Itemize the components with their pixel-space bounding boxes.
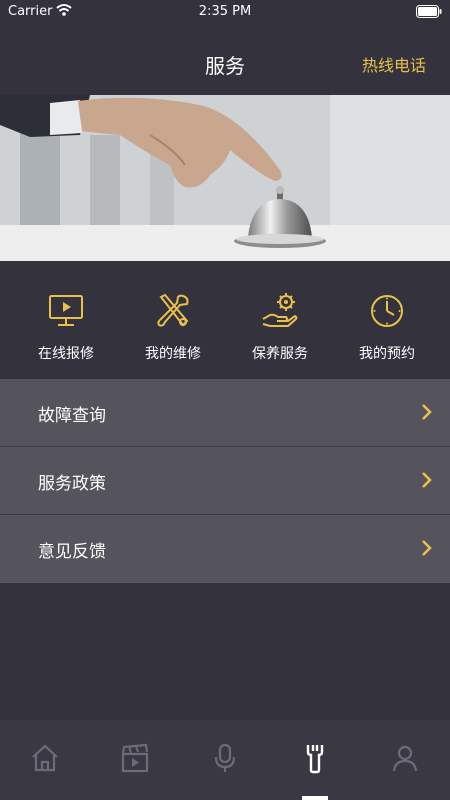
active-tab-indicator [302, 796, 328, 800]
tab-voice[interactable] [180, 742, 270, 782]
tab-profile[interactable] [360, 742, 450, 782]
quick-item-my-appointments[interactable]: 我的预约 [331, 291, 443, 363]
chevron-right-icon [422, 404, 432, 420]
chevron-right-icon [422, 472, 432, 488]
quick-label: 保养服务 [252, 346, 308, 362]
menu-item-feedback[interactable]: 意见反馈 [0, 515, 450, 583]
monitor-repair-icon [49, 295, 83, 326]
tab-videos[interactable] [90, 742, 180, 782]
menu-item-service-policy[interactable]: 服务政策 [0, 447, 450, 515]
clock-icon [371, 295, 403, 327]
menu-item-label: 服务政策 [38, 474, 106, 494]
quick-label: 我的预约 [359, 346, 415, 362]
video-clapper-icon [121, 743, 149, 773]
status-bar: Carrier 2:35 PM [0, 0, 450, 24]
person-icon [392, 745, 418, 772]
quick-label: 我的维修 [145, 346, 201, 362]
tab-service[interactable] [270, 742, 360, 782]
battery-icon [416, 5, 442, 18]
quick-item-maintenance[interactable]: 保养服务 [224, 291, 336, 363]
nav-bar: 服务 热线电话 [0, 24, 450, 95]
quick-label: 在线报修 [38, 346, 94, 362]
tools-icon [157, 293, 189, 327]
menu-item-label: 故障查询 [38, 406, 106, 426]
hotline-button[interactable]: 热线电话 [362, 52, 426, 76]
tab-bar [0, 720, 450, 800]
service-menu: 故障查询 服务政策 意见反馈 [0, 379, 450, 583]
quick-item-my-repairs[interactable]: 我的维修 [117, 291, 229, 363]
quick-services: 在线报修 我的维修 保养服务 我的预约 [0, 261, 450, 379]
menu-item-label: 意见反馈 [38, 542, 106, 562]
status-time: 2:35 PM [198, 4, 252, 19]
wrench-icon [306, 745, 324, 774]
chevron-right-icon [422, 540, 432, 556]
microphone-icon [214, 743, 236, 772]
menu-item-fault-query[interactable]: 故障查询 [0, 379, 450, 447]
hand-gear-icon [262, 293, 298, 327]
banner-image [0, 95, 450, 261]
quick-item-online-repair[interactable]: 在线报修 [10, 291, 122, 363]
home-icon [32, 744, 58, 772]
tab-home[interactable] [0, 742, 90, 782]
